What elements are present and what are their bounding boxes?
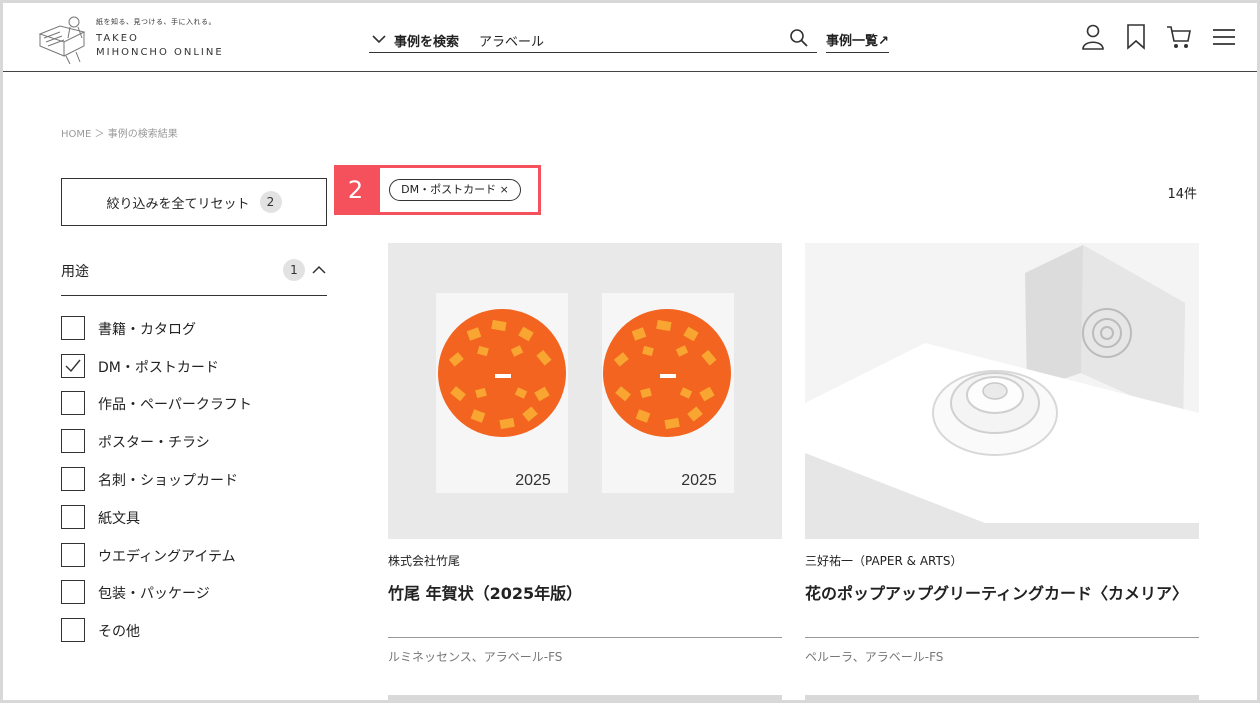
checkbox[interactable] [61,391,85,415]
filter-option-label: 名刺・ショップカード [98,473,238,489]
results-count: 14件 [1167,187,1197,202]
filter-option[interactable]: 書籍・カタログ [61,316,321,340]
card-divider [805,637,1199,638]
reset-filters-label: 絞り込みを全てリセット [106,196,250,212]
filter-option[interactable]: ポスター・チラシ [61,429,321,453]
filter-option-label: その他 [98,624,140,640]
logo-name-line1: TAKEO [96,33,139,44]
filter-option-label: 書籍・カタログ [98,322,196,338]
filter-option[interactable]: 名刺・ショップカード [61,467,321,491]
card-year-text: 2025 [515,472,551,489]
card-image-newyear[interactable]: 2025 2025 [388,243,782,539]
search-scope-select[interactable]: 事例を検索 [394,31,459,50]
card-papers: ペルーラ、アラベール-FS [805,650,944,664]
filter-option-label: DM・ポストカード [98,360,219,376]
checkbox[interactable] [61,543,85,567]
breadcrumb[interactable]: HOME ＞ 事例の検索結果 [61,125,178,140]
filter-option-label: 作品・ペーパークラフト [98,397,252,413]
filter-option[interactable]: 作品・ペーパークラフト [61,391,321,415]
card-papers: ルミネッセンス、アラベール-FS [388,650,563,664]
filter-option[interactable]: 包装・パッケージ [61,580,321,604]
popup-card-illustration [805,243,1199,539]
card-image-popup[interactable] [805,243,1199,539]
chevron-up-icon[interactable] [312,265,326,275]
user-icon[interactable] [1081,24,1105,50]
checkbox[interactable] [61,429,85,453]
next-card-image[interactable] [805,695,1199,700]
filter-title: 用途 [61,264,89,280]
filter-option-label: ウエディングアイテム [98,549,236,565]
checkbox[interactable] [61,316,85,340]
page-frame: 紙を知る、見つける、手に入れる。 TAKEO MIHONCHO ONLINE 事… [0,0,1260,703]
bookmark-icon[interactable] [1126,24,1146,50]
checkbox[interactable] [61,467,85,491]
new-year-card-illustration: 2025 2025 [388,243,782,539]
cart-icon[interactable] [1166,24,1192,50]
card-title[interactable]: 竹尾 年賀状（2025年版） [388,580,582,604]
checkbox-checked[interactable] [61,354,85,378]
search-icon[interactable] [789,28,809,48]
checkmark-icon [65,359,81,373]
filter-option[interactable]: ウエディングアイテム [61,543,321,567]
filter-count-badge: 1 [283,259,305,281]
filter-option-label: 紙文具 [98,511,140,527]
reset-filters-button[interactable]: 絞り込みを全てリセット 2 [61,178,327,226]
logo-illustration-icon [38,16,86,64]
filter-option-label: 包装・パッケージ [98,586,210,602]
filter-option[interactable]: 紙文具 [61,505,321,529]
card-divider [388,637,782,638]
checkbox[interactable] [61,580,85,604]
logo-tagline: 紙を知る、見つける、手に入れる。 [96,18,216,26]
chevron-down-icon[interactable] [371,31,387,47]
checkbox[interactable] [61,505,85,529]
filter-option[interactable]: DM・ポストカード [61,354,321,378]
checkbox[interactable] [61,618,85,642]
cases-list-link[interactable]: 事例一覧↗ [826,30,889,53]
filter-usage-header[interactable]: 用途 1 [61,256,327,296]
card-company: 株式会社竹尾 [388,554,461,568]
active-filter-chip[interactable]: DM・ポストカード × [389,179,521,201]
filter-option-label: ポスター・チラシ [98,435,210,451]
search-input[interactable]: アラベール [479,31,544,50]
search-bar[interactable]: 事例を検索 アラベール [369,25,817,53]
logo[interactable]: 紙を知る、見つける、手に入れる。 TAKEO MIHONCHO ONLINE [36,12,236,64]
logo-name-line2: MIHONCHO ONLINE [96,47,224,58]
card-year-text: 2025 [681,472,717,489]
card-title[interactable]: 花のポップアップグリーティングカード〈カメリア〉 [805,580,1188,604]
step-number-badge: 2 [334,165,377,215]
menu-icon[interactable] [1212,28,1236,46]
site-header: 紙を知る、見つける、手に入れる。 TAKEO MIHONCHO ONLINE 事… [3,3,1257,72]
next-card-image[interactable] [388,695,782,700]
reset-count-badge: 2 [259,191,282,213]
filter-option[interactable]: その他 [61,618,321,642]
card-company: 三好祐一（PAPER & ARTS） [805,554,963,568]
